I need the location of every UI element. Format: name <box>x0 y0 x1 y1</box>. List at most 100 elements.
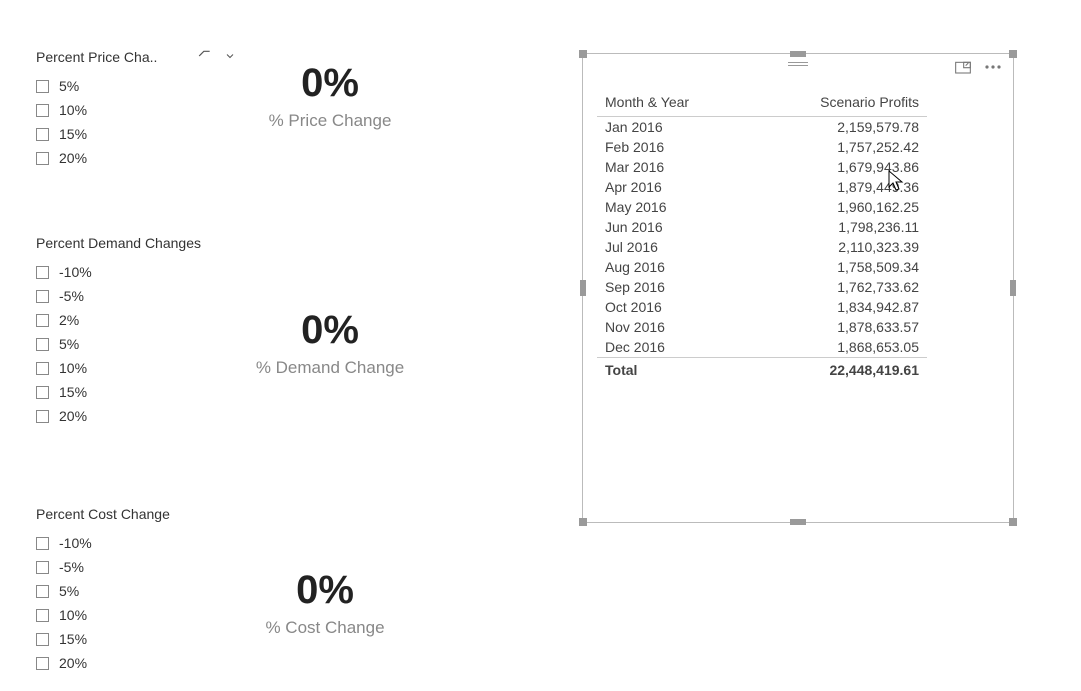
table-header-month[interactable]: Month & Year <box>597 90 751 117</box>
table-cell-month: Aug 2016 <box>597 257 751 277</box>
slicer-option-label: -10% <box>59 535 92 551</box>
scenario-profits-table: Month & Year Scenario Profits Jan 20162,… <box>597 90 927 380</box>
card-demand-change: 0% % Demand Change <box>195 310 465 378</box>
table-row[interactable]: Mar 20161,679,943.86 <box>597 157 927 177</box>
slicer-header: Percent Demand Changes <box>36 232 236 254</box>
resize-handle[interactable] <box>580 280 586 296</box>
table-cell-value: 2,159,579.78 <box>751 117 927 138</box>
resize-handle[interactable] <box>790 519 806 525</box>
table-cell-month: Apr 2016 <box>597 177 751 197</box>
table-cell-value: 1,868,653.05 <box>751 337 927 358</box>
table-cell-month: Dec 2016 <box>597 337 751 358</box>
table-row[interactable]: Jul 20162,110,323.39 <box>597 237 927 257</box>
table-row[interactable]: Oct 20161,834,942.87 <box>597 297 927 317</box>
slicer-option-label: 5% <box>59 336 79 352</box>
table-cell-value: 1,757,252.42 <box>751 137 927 157</box>
slicer-option-label: 10% <box>59 360 87 376</box>
table-row[interactable]: Nov 20161,878,633.57 <box>597 317 927 337</box>
resize-handle[interactable] <box>579 50 587 58</box>
card-label: % Cost Change <box>190 618 460 638</box>
slicer-option-label: 10% <box>59 102 87 118</box>
card-value: 0% <box>190 570 460 610</box>
table-cell-month: Jul 2016 <box>597 237 751 257</box>
table-row[interactable]: May 20161,960,162.25 <box>597 197 927 217</box>
slicer-option-label: 5% <box>59 78 79 94</box>
table-row[interactable]: Apr 20161,879,449.36 <box>597 177 927 197</box>
checkbox-icon <box>36 386 49 399</box>
table-row[interactable]: Jan 20162,159,579.78 <box>597 117 927 138</box>
checkbox-icon <box>36 104 49 117</box>
slicer-option[interactable]: 20% <box>36 146 236 170</box>
slicer-option[interactable]: 15% <box>36 380 236 404</box>
card-cost-change: 0% % Cost Change <box>190 570 460 638</box>
slicer-title: Percent Demand Changes <box>36 235 236 251</box>
table-cell-month: May 2016 <box>597 197 751 217</box>
table-cell-month: Jun 2016 <box>597 217 751 237</box>
slicer-option-label: 20% <box>59 150 87 166</box>
resize-handle[interactable] <box>790 51 806 57</box>
table-total-value: 22,448,419.61 <box>751 358 927 381</box>
slicer-header: Percent Cost Change <box>36 503 236 525</box>
checkbox-icon <box>36 152 49 165</box>
chevron-down-icon[interactable] <box>224 50 236 64</box>
focus-mode-icon[interactable] <box>955 60 971 74</box>
table-row[interactable]: Dec 20161,868,653.05 <box>597 337 927 358</box>
checkbox-icon <box>36 585 49 598</box>
table-cell-value: 1,758,509.34 <box>751 257 927 277</box>
table-cell-month: Oct 2016 <box>597 297 751 317</box>
card-label: % Price Change <box>195 111 465 131</box>
resize-handle[interactable] <box>579 518 587 526</box>
slicer-option-label: 15% <box>59 384 87 400</box>
checkbox-icon <box>36 561 49 574</box>
resize-handle[interactable] <box>1010 280 1016 296</box>
slicer-title: Percent Price Cha.. <box>36 49 198 65</box>
table-visual[interactable]: Month & Year Scenario Profits Jan 20162,… <box>582 53 1014 523</box>
slicer-option-label: 10% <box>59 607 87 623</box>
checkbox-icon <box>36 80 49 93</box>
checkbox-icon <box>36 266 49 279</box>
table-cell-month: Sep 2016 <box>597 277 751 297</box>
checkbox-icon <box>36 609 49 622</box>
card-price-change: 0% % Price Change <box>195 63 465 131</box>
checkbox-icon <box>36 314 49 327</box>
slicer-option-label: 5% <box>59 583 79 599</box>
table-row[interactable]: Sep 20161,762,733.62 <box>597 277 927 297</box>
checkbox-icon <box>36 657 49 670</box>
slicer-option-label: 15% <box>59 126 87 142</box>
slicer-option-label: 15% <box>59 631 87 647</box>
slicer-option[interactable]: -5% <box>36 284 236 308</box>
checkbox-icon <box>36 633 49 646</box>
table-cell-month: Jan 2016 <box>597 117 751 138</box>
slicer-option-label: -5% <box>59 288 84 304</box>
slicer-option-label: 20% <box>59 655 87 671</box>
slicer-option[interactable]: 20% <box>36 404 236 428</box>
table-total-label: Total <box>597 358 751 381</box>
table-cell-value: 1,679,943.86 <box>751 157 927 177</box>
checkbox-icon <box>36 362 49 375</box>
resize-handle[interactable] <box>1009 50 1017 58</box>
card-value: 0% <box>195 63 465 103</box>
slicer-option[interactable]: 20% <box>36 651 236 675</box>
table-row[interactable]: Jun 20161,798,236.11 <box>597 217 927 237</box>
slicer-option-label: -5% <box>59 559 84 575</box>
table-cell-value: 1,798,236.11 <box>751 217 927 237</box>
card-label: % Demand Change <box>195 358 465 378</box>
table-row[interactable]: Aug 20161,758,509.34 <box>597 257 927 277</box>
table-total-row: Total 22,448,419.61 <box>597 358 927 381</box>
table-cell-value: 1,960,162.25 <box>751 197 927 217</box>
table-cell-month: Mar 2016 <box>597 157 751 177</box>
card-value: 0% <box>195 310 465 350</box>
slicer-option-label: -10% <box>59 264 92 280</box>
checkbox-icon <box>36 537 49 550</box>
slicer-title: Percent Cost Change <box>36 506 236 522</box>
slicer-option[interactable]: -10% <box>36 260 236 284</box>
resize-handle[interactable] <box>1009 518 1017 526</box>
table-cell-value: 1,878,633.57 <box>751 317 927 337</box>
drag-handle-icon[interactable] <box>788 62 808 66</box>
table-header-profit[interactable]: Scenario Profits <box>751 90 927 117</box>
visual-header <box>955 60 1001 74</box>
slicer-option[interactable]: -10% <box>36 531 236 555</box>
more-options-icon[interactable] <box>985 64 1001 70</box>
table-row[interactable]: Feb 20161,757,252.42 <box>597 137 927 157</box>
table-cell-value: 1,879,449.36 <box>751 177 927 197</box>
